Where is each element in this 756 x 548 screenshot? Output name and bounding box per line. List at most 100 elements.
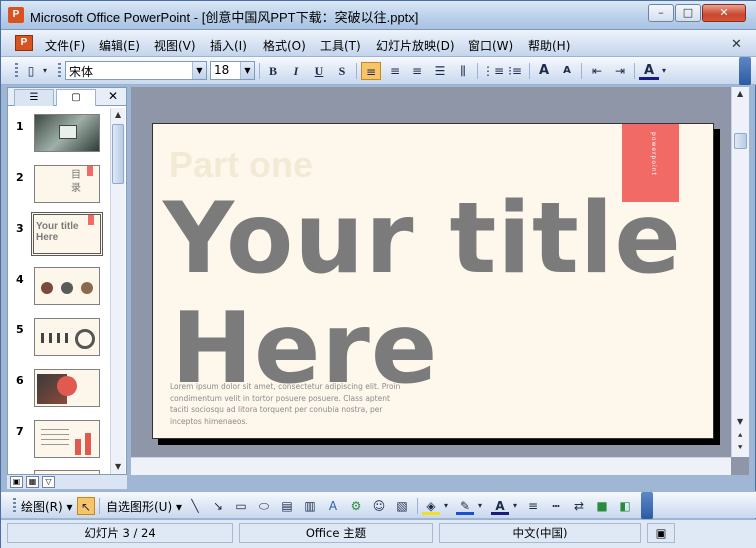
toolbar-separator: [634, 63, 635, 79]
font-size-combo[interactable]: 18 ▼: [210, 61, 255, 80]
close-button[interactable]: ✕: [702, 4, 746, 22]
chevron-down-icon[interactable]: ▼: [192, 62, 206, 79]
menu-view[interactable]: 视图(V): [154, 37, 196, 54]
textbox-tool-icon[interactable]: ▤: [278, 497, 296, 515]
maximize-button[interactable]: □: [675, 4, 701, 22]
part-label[interactable]: Part one: [169, 144, 313, 186]
diagram-icon[interactable]: ⚙: [347, 497, 365, 515]
minimize-button[interactable]: –: [648, 4, 674, 22]
menu-insert[interactable]: 插入(I): [210, 37, 247, 54]
tab-outline[interactable]: ☰: [14, 89, 54, 106]
font-color-dropdown-icon[interactable]: ▾: [511, 497, 519, 515]
vertical-textbox-icon[interactable]: ▥: [301, 497, 319, 515]
draw-menu-button[interactable]: 绘图(R) ▾: [21, 498, 73, 515]
scroll-up-icon[interactable]: ▲: [737, 89, 743, 98]
menu-file[interactable]: 文件(F): [45, 37, 85, 54]
toolbar-grip[interactable]: [58, 63, 61, 79]
chevron-down-icon[interactable]: ▼: [240, 62, 254, 79]
dash-style-icon[interactable]: ┅: [547, 497, 565, 515]
toolbar-options-icon[interactable]: [739, 57, 751, 85]
line-tool-icon[interactable]: ╲: [186, 497, 204, 515]
scrollbar-thumb[interactable]: [112, 124, 124, 184]
increase-font-button[interactable]: A: [534, 62, 554, 80]
align-center-button[interactable]: ≡: [385, 62, 405, 80]
arrow-tool-icon[interactable]: ↘: [209, 497, 227, 515]
slide-thumbnail-selected[interactable]: Your title Here: [31, 212, 103, 256]
line-color-dropdown-icon[interactable]: ▾: [476, 497, 484, 515]
menu-format[interactable]: 格式(O): [263, 37, 306, 54]
align-left-button[interactable]: ≡: [361, 62, 381, 80]
slide-canvas[interactable]: Part one powerpoint Your title Here Lore…: [152, 123, 714, 439]
slide-scrollbar-horizontal[interactable]: [131, 457, 731, 475]
document-close-icon[interactable]: ✕: [731, 37, 742, 52]
font-color-icon[interactable]: A: [491, 497, 509, 515]
clipart-icon[interactable]: ☺: [370, 497, 388, 515]
tab-slides[interactable]: ▢: [56, 89, 96, 106]
fill-color-icon[interactable]: ◈: [422, 497, 440, 515]
slide-thumbnail[interactable]: [34, 318, 100, 356]
font-color-dropdown-icon[interactable]: ▾: [659, 62, 669, 80]
italic-button[interactable]: I: [286, 62, 306, 80]
title-bar: P Microsoft Office PowerPoint - [创意中国风PP…: [1, 1, 756, 30]
menu-slideshow[interactable]: 幻灯片放映(D): [376, 37, 455, 54]
slide-body-text[interactable]: Lorem ipsum dolor sit amet, consectetur …: [170, 381, 406, 427]
fill-dropdown-icon[interactable]: ▾: [442, 497, 450, 515]
slide-thumbnail[interactable]: [34, 267, 100, 305]
increase-indent-icon[interactable]: ⇥: [610, 62, 630, 80]
font-color-button[interactable]: A: [639, 62, 659, 80]
scroll-down-icon[interactable]: ▼: [737, 417, 743, 426]
wordart-icon[interactable]: A: [324, 497, 342, 515]
distributed-button[interactable]: ⫼: [453, 62, 473, 80]
picture-icon[interactable]: ▧: [393, 497, 411, 515]
select-pointer-icon[interactable]: ↖: [77, 497, 95, 515]
normal-view-icon[interactable]: ▣: [10, 476, 23, 488]
arrow-style-icon[interactable]: ⇄: [570, 497, 588, 515]
line-color-icon[interactable]: ✎: [456, 497, 474, 515]
slide-thumbnail[interactable]: 目 录: [34, 165, 100, 203]
3d-style-icon[interactable]: ◧: [616, 497, 634, 515]
slide-title[interactable]: Your title Here: [163, 184, 682, 404]
slide-thumbnail[interactable]: [34, 114, 100, 152]
rectangle-tool-icon[interactable]: ▭: [232, 497, 250, 515]
oval-tool-icon[interactable]: ⬭: [255, 497, 273, 515]
justify-button[interactable]: ☰: [430, 62, 450, 80]
slide-scrollbar-vertical[interactable]: ▲ ▼ ⯅ ⯆: [731, 87, 749, 457]
spelling-icon[interactable]: ▣: [647, 523, 675, 543]
slide-sorter-icon[interactable]: ▦: [26, 476, 39, 488]
menu-help[interactable]: 帮助(H): [528, 37, 570, 54]
underline-button[interactable]: U: [309, 62, 329, 80]
bullets-icon[interactable]: ⁝≡: [505, 62, 525, 80]
menu-window[interactable]: 窗口(W): [468, 37, 513, 54]
bold-button[interactable]: B: [263, 62, 283, 80]
scroll-down-icon[interactable]: ▼: [115, 462, 121, 471]
next-slide-icon[interactable]: ⯆: [737, 443, 743, 453]
new-dropdown-icon[interactable]: ▾: [39, 62, 51, 80]
toolbar-grip[interactable]: [15, 63, 18, 79]
scrollbar-thumb[interactable]: [734, 133, 747, 149]
slide-thumbnail[interactable]: [34, 369, 100, 407]
line-style-icon[interactable]: ≡: [524, 497, 542, 515]
new-document-icon[interactable]: ▯: [21, 62, 41, 80]
align-right-button[interactable]: ≡: [407, 62, 427, 80]
menu-tools[interactable]: 工具(T): [320, 37, 361, 54]
scroll-up-icon[interactable]: ▲: [115, 110, 121, 119]
shadow-style-icon[interactable]: ■: [593, 497, 611, 515]
font-name-combo[interactable]: 宋体 ▼: [65, 61, 207, 80]
toolbar-options-icon[interactable]: [641, 492, 653, 519]
decrease-font-button[interactable]: A: [557, 62, 577, 80]
document-icon[interactable]: P: [15, 35, 33, 51]
slide-thumbnail[interactable]: [34, 470, 100, 474]
slideshow-view-icon[interactable]: ▽: [42, 476, 55, 488]
toolbar-grip[interactable]: [13, 498, 16, 514]
thumbnail-scrollbar[interactable]: ▲ ▼: [110, 108, 125, 474]
previous-slide-icon[interactable]: ⯅: [737, 431, 743, 441]
autoshapes-button[interactable]: 自选图形(U) ▾: [106, 498, 182, 515]
formatting-toolbar: ▯ ▾ 宋体 ▼ 18 ▼ B I U S ≡ ≡ ≡ ☰ ⫼ ⋮≡ ⁝≡ A …: [1, 57, 756, 85]
pane-close-icon[interactable]: ✕: [108, 89, 118, 103]
menu-edit[interactable]: 编辑(E): [99, 37, 140, 54]
decrease-indent-icon[interactable]: ⇤: [587, 62, 607, 80]
numbering-icon[interactable]: ⋮≡: [482, 62, 504, 80]
powerpoint-app-icon[interactable]: P: [8, 7, 24, 23]
slide-thumbnail[interactable]: [34, 420, 100, 458]
shadow-button[interactable]: S: [332, 62, 352, 80]
